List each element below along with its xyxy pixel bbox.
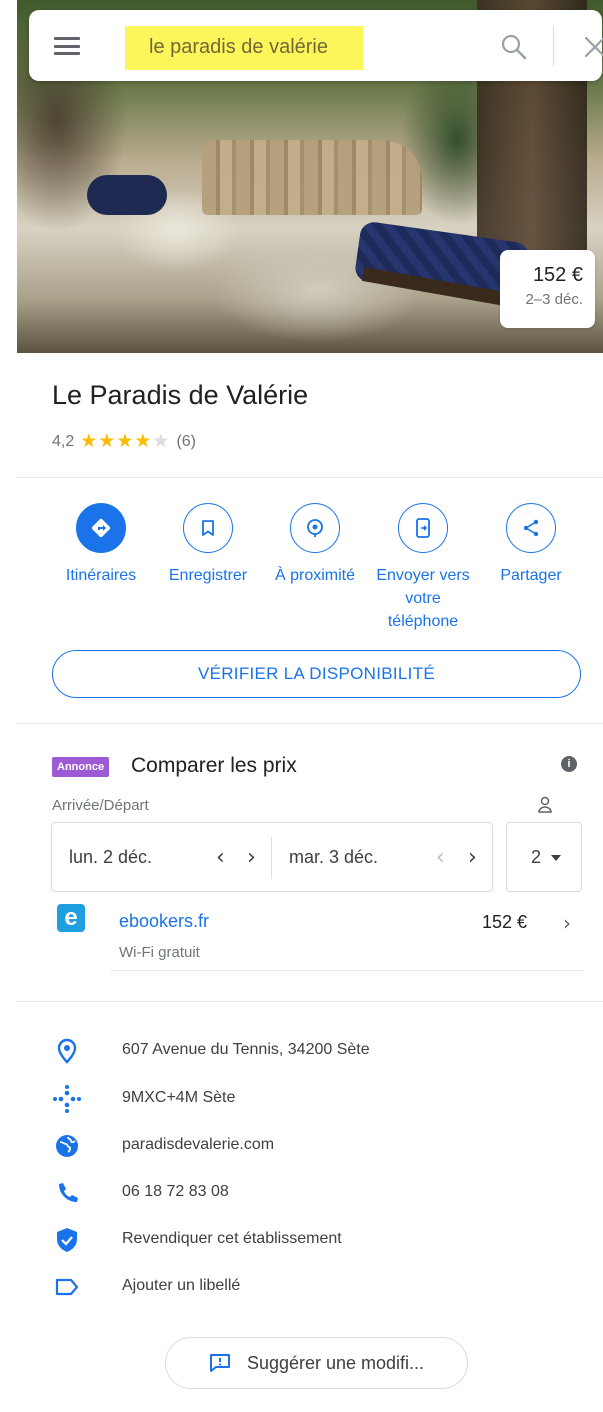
plus-code-icon	[52, 1084, 82, 1114]
date-picker: lun. 2 déc. ‹ › mar. 3 déc. ‹ ›	[51, 822, 493, 892]
checkout-date[interactable]: mar. 3 déc.	[289, 847, 378, 868]
ad-badge: Annonce	[52, 757, 110, 777]
chevron-down-icon	[551, 855, 562, 862]
info-icon[interactable]: i	[561, 756, 577, 772]
phone-row[interactable]: 06 18 72 83 08	[52, 1178, 582, 1208]
address-row[interactable]: 607 Avenue du Tennis, 34200 Sète	[52, 1036, 582, 1066]
action-label: Enregistrer	[168, 567, 248, 584]
address-text: 607 Avenue du Tennis, 34200 Sète	[122, 1041, 370, 1058]
hero-dates: 2–3 déc.	[525, 291, 583, 308]
label-tag-icon	[52, 1272, 82, 1302]
globe-icon	[52, 1131, 82, 1161]
chevron-right-icon[interactable]: ›	[563, 911, 571, 935]
photo-chair	[87, 175, 167, 215]
website-link: paradisdevalerie.com	[122, 1136, 275, 1153]
checkout-prev-icon[interactable]: ‹	[436, 845, 445, 870]
compare-title: Comparer les prix	[131, 754, 297, 777]
dates-label: Arrivée/Départ	[52, 797, 149, 814]
guests-select[interactable]: 2	[506, 822, 582, 892]
action-share[interactable]: Partager	[477, 503, 585, 587]
divider	[110, 970, 583, 971]
action-save[interactable]: Enregistrer	[154, 503, 262, 587]
website-row[interactable]: paradisdevalerie.com	[52, 1131, 582, 1161]
review-count[interactable]: (6)	[176, 433, 196, 451]
close-icon[interactable]	[582, 34, 603, 60]
nearby-icon	[290, 503, 340, 553]
divider	[17, 477, 603, 478]
suggest-edit-button[interactable]: Suggérer une modifi...	[165, 1337, 468, 1389]
menu-icon[interactable]	[54, 37, 80, 55]
action-label: Itinéraires	[65, 567, 137, 584]
share-icon	[506, 503, 556, 553]
search-input[interactable]: le paradis de valérie	[125, 26, 363, 70]
checkin-date[interactable]: lun. 2 déc.	[69, 847, 152, 868]
bookmark-icon	[183, 503, 233, 553]
provider-feature: Wi-Fi gratuit	[119, 944, 200, 961]
date-divider	[271, 837, 272, 879]
checkin-next-icon[interactable]: ›	[247, 845, 256, 870]
search-divider	[553, 26, 554, 66]
claim-row[interactable]: Revendiquer cet établissement	[52, 1225, 582, 1255]
action-label: Envoyer vers votre téléphone	[376, 567, 470, 630]
provider-logo: e	[57, 904, 85, 932]
check-availability-button[interactable]: VÉRIFIER LA DISPONIBILITÉ	[52, 650, 581, 698]
location-pin-icon	[52, 1036, 82, 1066]
search-icon[interactable]	[499, 32, 529, 62]
send-to-phone-icon	[398, 503, 448, 553]
rating-value: 4,2	[52, 432, 75, 450]
plus-code-row[interactable]: 9MXC+4M Sète	[52, 1084, 582, 1114]
divider	[17, 723, 603, 724]
search-bar: le paradis de valérie	[29, 10, 603, 81]
provider-link[interactable]: ebookers.fr	[119, 911, 209, 932]
phone-icon	[52, 1178, 82, 1208]
checkin-prev-icon[interactable]: ‹	[216, 845, 225, 870]
directions-icon	[76, 503, 126, 553]
hero-price-badge[interactable]: 152 € 2–3 déc.	[500, 250, 595, 328]
rating-row[interactable]: 4,2 ★★★★★ (6)	[52, 430, 196, 453]
place-title: Le Paradis de Valérie	[52, 380, 309, 410]
checkout-next-icon[interactable]: ›	[468, 845, 477, 870]
verified-shield-icon	[52, 1225, 82, 1255]
label-text: Ajouter un libellé	[122, 1277, 241, 1294]
suggest-edit-label: Suggérer une modifi...	[246, 1352, 425, 1373]
action-nearby[interactable]: À proximité	[261, 503, 369, 587]
divider	[17, 1001, 603, 1002]
plus-code-text: 9MXC+4M Sète	[122, 1089, 236, 1106]
action-label: Partager	[500, 567, 562, 584]
guests-value: 2	[531, 847, 542, 867]
star-rating: ★★★★★	[80, 431, 171, 452]
claim-text: Revendiquer cet établissement	[122, 1230, 342, 1247]
provider-price[interactable]: 152 €	[482, 912, 527, 933]
action-send-to-phone[interactable]: Envoyer vers votre téléphone	[369, 503, 477, 633]
photo-stone-wall	[202, 140, 422, 215]
hero-price: 152 €	[532, 264, 583, 286]
label-row[interactable]: Ajouter un libellé	[52, 1272, 582, 1302]
action-label: À proximité	[274, 567, 356, 584]
phone-text: 06 18 72 83 08	[122, 1183, 229, 1200]
person-icon	[538, 796, 552, 813]
feedback-icon	[209, 1354, 230, 1372]
action-directions[interactable]: Itinéraires	[47, 503, 155, 587]
